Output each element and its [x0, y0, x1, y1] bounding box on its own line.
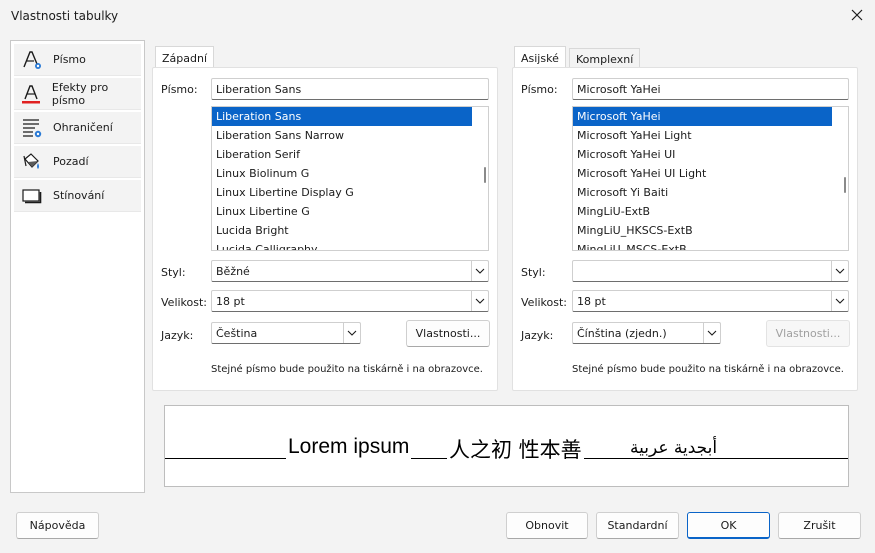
asian-font-note: Stejné písmo bude použito na tiskárně i …: [572, 364, 844, 375]
background-icon: [19, 149, 45, 175]
west-font-label: Písmo:: [161, 83, 198, 96]
sidebar-item-label: Ohraničení: [53, 121, 113, 134]
borders-icon: [19, 115, 45, 141]
preview-western-text: Lorem ipsum: [286, 435, 412, 459]
west-size-combo[interactable]: 18 pt: [211, 290, 489, 312]
sidebar-item-shadow[interactable]: Stínování: [14, 180, 141, 212]
category-sidebar: Písmo Efekty pro písmo Ohraničení Pozadí…: [10, 40, 145, 493]
sidebar-item-borders[interactable]: Ohraničení: [14, 112, 141, 144]
shadow-icon: [19, 183, 45, 209]
asian-features-button[interactable]: Vlastnosti...: [766, 320, 850, 347]
list-item[interactable]: Microsoft YaHei UI Light: [573, 164, 848, 183]
sidebar-item-label: Pozadí: [53, 155, 89, 168]
chevron-down-icon[interactable]: [343, 323, 360, 343]
list-item[interactable]: Linux Biolinum G: [212, 164, 488, 183]
list-item[interactable]: Lucida Calligraphy: [212, 240, 488, 250]
asian-style-label: Styl:: [521, 266, 546, 279]
asian-font-label: Písmo:: [521, 83, 558, 96]
list-item[interactable]: MingLiU-ExtB: [573, 202, 848, 221]
west-style-combo[interactable]: Běžné: [211, 260, 489, 282]
asian-language-combo[interactable]: Čínština (zjedn.): [572, 322, 721, 344]
sidebar-item-font-effects[interactable]: Efekty pro písmo: [14, 78, 141, 110]
sidebar-item-label: Efekty pro písmo: [51, 80, 109, 107]
preview-asian-text: 人之初 性本善: [447, 434, 584, 464]
list-item[interactable]: Linux Libertine Display G: [212, 183, 488, 202]
list-item[interactable]: Lucida Bright: [212, 221, 488, 240]
font-effects-icon: [19, 81, 44, 107]
list-item[interactable]: MingLiU_HKSCS-ExtB: [573, 221, 848, 240]
sidebar-item-background[interactable]: Pozadí: [14, 146, 141, 178]
list-item[interactable]: Microsoft YaHei UI: [573, 145, 848, 164]
chevron-down-icon[interactable]: [831, 261, 848, 281]
west-list-scrollbar[interactable]: [484, 167, 486, 183]
reset-button[interactable]: Obnovit: [506, 512, 588, 539]
western-font-panel: Písmo: Liberation Sans Liberation Sans L…: [152, 67, 498, 391]
chevron-down-icon[interactable]: [471, 291, 488, 311]
asian-style-combo[interactable]: [572, 260, 849, 282]
asian-language-label: Jazyk:: [521, 329, 554, 342]
help-button[interactable]: Nápověda: [16, 512, 99, 539]
asian-font-list[interactable]: Microsoft YaHei Microsoft YaHei Light Mi…: [572, 106, 849, 251]
cancel-button[interactable]: Zrušit: [778, 512, 861, 539]
west-language-value: Čeština: [216, 326, 258, 340]
list-item[interactable]: Liberation Sans Narrow: [212, 126, 488, 145]
asian-list-scrollbar[interactable]: [844, 177, 846, 193]
west-size-label: Velikost:: [161, 296, 208, 309]
asian-language-value: Čínština (zjedn.): [577, 326, 667, 340]
asian-size-label: Velikost:: [521, 296, 568, 309]
standard-button[interactable]: Standardní: [596, 512, 679, 539]
west-font-list[interactable]: Liberation Sans Liberation Sans Narrow L…: [211, 106, 489, 251]
list-item[interactable]: Microsoft YaHei: [573, 107, 832, 126]
list-item[interactable]: Liberation Sans: [212, 107, 472, 126]
chevron-down-icon[interactable]: [471, 261, 488, 281]
window-title: Vlastnosti tabulky: [11, 9, 119, 23]
list-item[interactable]: Linux Libertine G: [212, 202, 488, 221]
asian-size-value: 18 pt: [577, 294, 606, 308]
chevron-down-icon[interactable]: [703, 323, 720, 343]
west-features-button[interactable]: Vlastnosti...: [406, 320, 490, 347]
sidebar-item-label: Písmo: [53, 53, 86, 66]
west-font-input[interactable]: Liberation Sans: [211, 78, 489, 100]
west-style-label: Styl:: [161, 266, 186, 279]
list-item[interactable]: Microsoft Yi Baiti: [573, 183, 848, 202]
west-font-note: Stejné písmo bude použito na tiskárně i …: [211, 364, 483, 375]
asian-font-panel: Písmo: Microsoft YaHei Microsoft YaHei M…: [512, 67, 858, 391]
ok-button[interactable]: OK: [687, 512, 770, 539]
list-item[interactable]: Microsoft YaHei Light: [573, 126, 848, 145]
title-bar: Vlastnosti tabulky: [0, 0, 875, 32]
chevron-down-icon[interactable]: [831, 291, 848, 311]
close-button[interactable]: [843, 2, 871, 28]
west-language-label: Jazyk:: [161, 329, 194, 342]
preview-complex-text: أبجدية عربية: [628, 438, 720, 458]
west-language-combo[interactable]: Čeština: [211, 322, 361, 344]
font-preview: Lorem ipsum 人之初 性本善 أبجدية عربية: [164, 405, 849, 487]
west-size-value: 18 pt: [216, 294, 245, 308]
sidebar-item-font[interactable]: Písmo: [14, 44, 141, 76]
font-icon: [19, 47, 45, 73]
asian-size-combo[interactable]: 18 pt: [572, 290, 849, 312]
list-item[interactable]: Liberation Serif: [212, 145, 488, 164]
west-style-value: Běžné: [216, 264, 250, 278]
close-icon: [851, 9, 863, 21]
asian-font-input[interactable]: Microsoft YaHei: [572, 78, 849, 100]
list-item[interactable]: MingLiU_MSCS-ExtB: [573, 240, 848, 250]
sidebar-item-label: Stínování: [53, 189, 105, 202]
